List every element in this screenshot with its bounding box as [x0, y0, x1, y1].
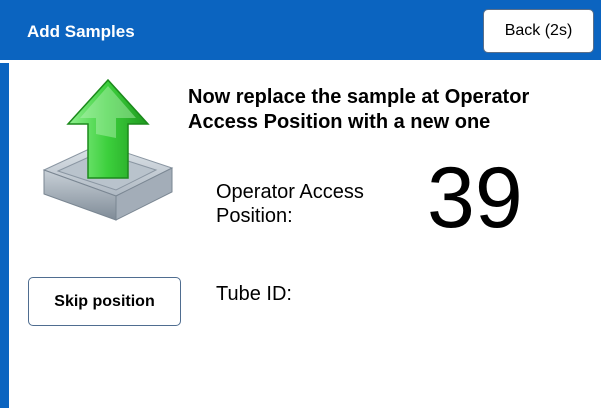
skip-position-button[interactable]: Skip position	[28, 277, 181, 326]
page-title: Add Samples	[27, 22, 135, 41]
title-bar: Add Samples Back (2s)	[0, 0, 601, 63]
back-button[interactable]: Back (2s)	[483, 9, 594, 53]
upload-tray-icon	[36, 78, 178, 228]
position-number: 39	[427, 150, 523, 246]
instruction-text: Now replace the sample at Operator Acces…	[188, 86, 530, 133]
tube-id-label: Tube ID:	[216, 283, 292, 305]
position-label: Operator Access Position:	[216, 181, 364, 227]
